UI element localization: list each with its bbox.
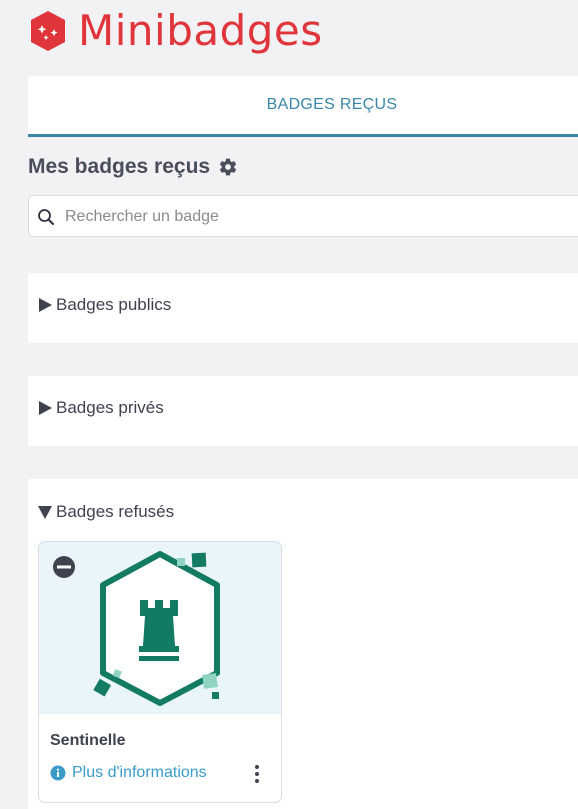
section-private-badges: Badges privés — [28, 376, 578, 446]
caret-right-icon — [39, 298, 52, 312]
search-icon — [38, 209, 54, 225]
app-header: Minibadges — [0, 0, 578, 76]
tab-badges-recus[interactable]: BADGES REÇUS — [28, 76, 578, 134]
section-public-badges: Badges publics — [28, 273, 578, 343]
badge-image — [53, 551, 220, 706]
info-icon — [50, 765, 66, 781]
badge-title: Sentinelle — [50, 732, 126, 749]
more-info-link[interactable]: Plus d'informations — [50, 764, 207, 782]
more-vert-icon[interactable] — [252, 764, 262, 784]
section-private-toggle[interactable]: Badges privés — [37, 398, 164, 418]
badge-image-area — [39, 542, 281, 714]
search-input[interactable] — [63, 196, 567, 238]
caret-right-icon — [39, 401, 52, 415]
section-public-label: Badges publics — [56, 295, 172, 314]
section-public-toggle[interactable]: Badges publics — [37, 295, 171, 315]
more-info-label: Plus d'informations — [72, 764, 207, 781]
section-refused-badges: Badges refusés Sentinelle Plus d'informa… — [28, 479, 578, 809]
brand-name: Minibadges — [78, 6, 323, 55]
page-title: Mes badges reçus — [28, 155, 211, 178]
section-refused-label: Badges refusés — [56, 502, 175, 521]
section-refused-toggle[interactable]: Badges refusés — [37, 502, 174, 522]
gear-icon[interactable] — [218, 157, 238, 177]
tab-bar: BADGES REÇUS — [28, 76, 578, 137]
logo-icon — [31, 11, 65, 51]
badge-card[interactable]: Sentinelle Plus d'informations — [38, 541, 282, 803]
caret-down-icon — [38, 506, 52, 519]
section-private-label: Badges privés — [56, 398, 164, 417]
search-box — [28, 195, 578, 238]
minus-circle-icon[interactable] — [53, 556, 75, 578]
rook-icon — [139, 600, 179, 661]
title-row: Mes badges reçus — [28, 152, 238, 182]
